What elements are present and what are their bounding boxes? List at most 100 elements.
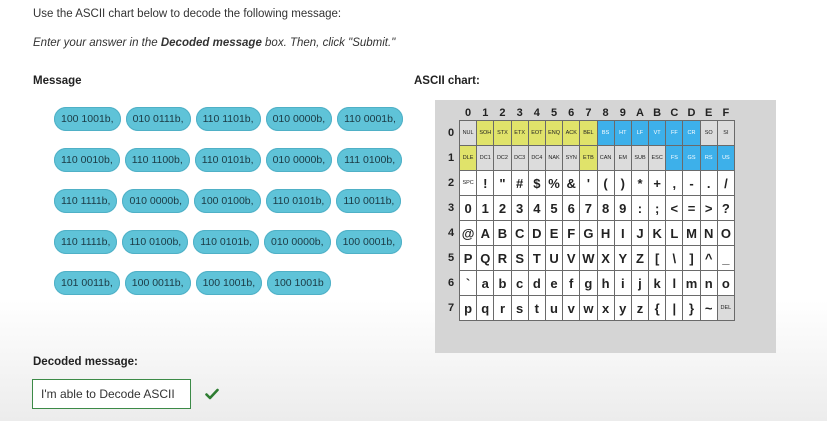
ascii-cell: DC1 [476, 145, 495, 171]
message-byte-pill: 010 0000b, [122, 189, 189, 213]
ascii-cell: _ [716, 245, 736, 271]
ascii-cell: GS [682, 145, 701, 171]
ascii-cell: 4 [527, 195, 546, 221]
instruction-text: Use the ASCII chart below to decode the … [33, 8, 342, 20]
ascii-cell: r [493, 295, 512, 321]
ascii-cell: & [562, 170, 581, 196]
ascii-cell: @ [458, 220, 478, 246]
ascii-cell: " [493, 170, 512, 196]
table-row: 0 NUL SOH STX ETX EOT ENQ ACK BEL BS HT LF VT FF CR SO S… [443, 120, 736, 146]
column-header: B [653, 107, 662, 119]
ascii-cell: . [699, 170, 718, 196]
column-header: 9 [619, 107, 626, 119]
ascii-cell: u [544, 295, 564, 321]
ascii-cell: EM [613, 145, 632, 171]
message-row: 110 0010b, 110 1100b, 110 0101b, 010 0000b,… [54, 148, 403, 172]
ascii-cell: P [458, 245, 478, 271]
column-header: 3 [516, 107, 523, 119]
column-header: 2 [499, 107, 506, 119]
ascii-cell: SPC [458, 170, 478, 196]
ascii-cell: ? [716, 195, 736, 221]
ascii-cell: ETB [579, 145, 598, 171]
ascii-cell: p [458, 295, 478, 321]
ascii-cell: $ [527, 170, 546, 196]
ascii-cell: w [579, 295, 598, 321]
column-header: 4 [533, 107, 540, 119]
ascii-cell: CR [682, 120, 701, 146]
ascii-cell: X [596, 245, 615, 271]
ascii-cell: * [630, 170, 650, 196]
row-header: 1 [447, 152, 455, 164]
ascii-cell: h [596, 270, 615, 296]
ascii-cell: STX [493, 120, 512, 146]
ascii-cell: Q [476, 245, 495, 271]
ascii-cell: z [630, 295, 650, 321]
table-corner [443, 106, 460, 121]
message-row: 101 0011b, 100 0011b, 100 1001b, 100 1001b [54, 271, 399, 295]
ascii-cell: DC4 [527, 145, 546, 171]
ascii-cell: C [510, 220, 529, 246]
ascii-cell: i [613, 270, 632, 296]
message-byte-pill: 100 1001b [267, 271, 331, 295]
ascii-cell: 5 [544, 195, 564, 221]
message-byte-pill: 100 1001b, [54, 107, 121, 131]
ascii-cell: NUL [458, 120, 478, 146]
ascii-cell: DLE [458, 145, 478, 171]
ascii-cell: 7 [579, 195, 598, 221]
ascii-cell: q [476, 295, 495, 321]
table-row: 6 ` a b c d e f g h i j k l m n o [443, 270, 736, 296]
row-header: 0 [447, 127, 455, 139]
row-header: 6 [447, 277, 455, 289]
ascii-cell: DEL [716, 295, 736, 321]
ascii-cell: c [510, 270, 529, 296]
ascii-cell: ~ [699, 295, 718, 321]
ascii-cell: A [476, 220, 495, 246]
ascii-cell: HT [613, 120, 632, 146]
column-header: 5 [550, 107, 558, 119]
ascii-cell: L [665, 220, 684, 246]
ascii-cell: SO [699, 120, 718, 146]
message-byte-pill: 010 0000b, [265, 107, 333, 131]
table-row: 5 P Q R S T U V W X Y Z[\] ^ _ [443, 245, 736, 271]
ascii-cell: ESC [648, 145, 667, 171]
ascii-cell: < [665, 195, 684, 221]
ascii-cell: F [562, 220, 581, 246]
ascii-cell: \ [665, 245, 684, 271]
column-header: 1 [482, 107, 489, 119]
ascii-cell: FS [665, 145, 684, 171]
instruction-subtext: Enter your answer in the Decoded message… [33, 37, 395, 49]
ascii-cell: 9 [613, 195, 632, 221]
message-row: 100 1001b, 010 0111b, 110 1101b, 010 0000b,… [54, 107, 403, 131]
ascii-cell: 2 [493, 195, 512, 221]
table-row: 2 SPC! " # $% & '() * +, -. / [443, 170, 736, 196]
ascii-cell: W [579, 245, 598, 271]
ascii-chart: 0 1 2 3 4 5 6 7 8 9 A B C D E F 0 NUL SOH STX ETX EOT ENQ ACK BE… [435, 100, 776, 353]
message-row: 110 1111b, 010 0000b, 100 0100b, 110 0101b,… [54, 189, 402, 213]
row-header: 4 [447, 227, 455, 239]
table-row: 3 0 1 2 3 4 5 6 7 8 9:; < = >? [443, 195, 736, 221]
ascii-cell: , [665, 170, 684, 196]
ascii-cell: > [699, 195, 718, 221]
ascii-cell: ^ [699, 245, 718, 271]
column-header: A [635, 107, 644, 119]
message-byte-pill: 110 0001b, [337, 107, 403, 131]
ascii-cell: [ [648, 245, 667, 271]
ascii-cell: LF [630, 120, 650, 146]
ascii-cell: R [493, 245, 512, 271]
ascii-cell: G [579, 220, 598, 246]
column-header: F [722, 107, 730, 119]
decoded-heading: Decoded message: [33, 356, 138, 368]
column-header: D [687, 107, 696, 119]
ascii-cell: f [562, 270, 581, 296]
ascii-cell: m [682, 270, 701, 296]
ascii-cell: b [493, 270, 512, 296]
decoded-message-input[interactable]: I'm able to Decode ASCII [32, 379, 191, 409]
message-pill-group: 100 1001b, 010 0111b, 110 1101b, 010 0000b,… [54, 107, 403, 312]
ascii-cell: ENQ [544, 120, 564, 146]
message-byte-pill: 110 0101b, [194, 148, 261, 172]
ascii-cell: ` [458, 270, 478, 296]
ascii-cell: I [613, 220, 632, 246]
ascii-cell: + [648, 170, 667, 196]
check-icon [205, 387, 219, 405]
ascii-cell: | [665, 295, 684, 321]
